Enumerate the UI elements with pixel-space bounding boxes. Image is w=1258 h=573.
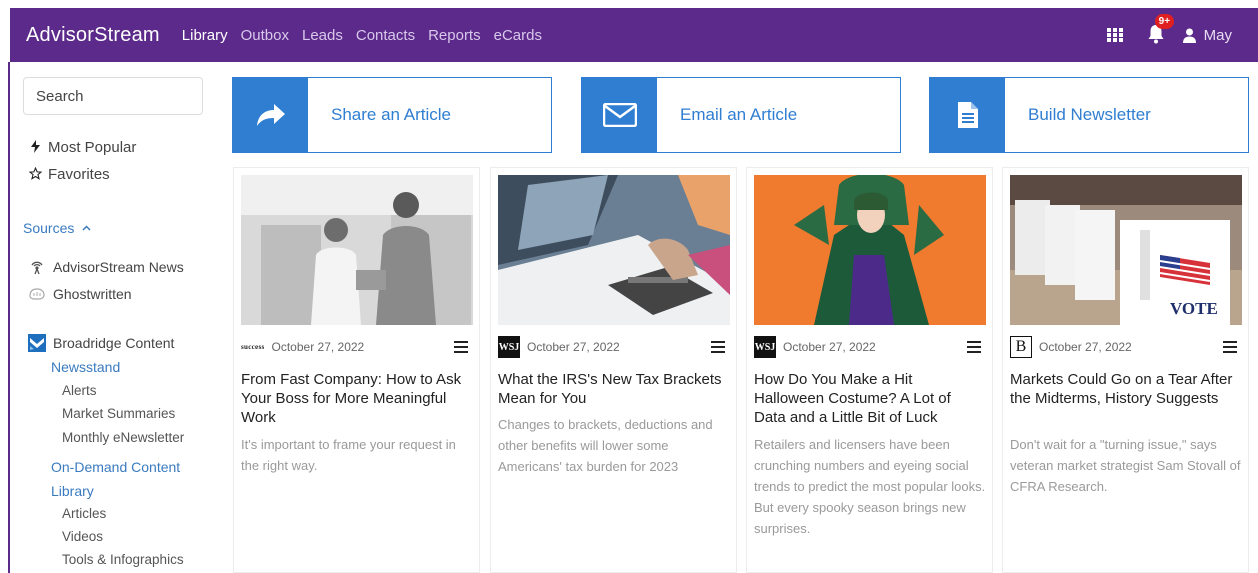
article-card[interactable]: WSJ October 27, 2022 What the IRS's New … [490,167,737,573]
library-videos[interactable]: Videos [62,529,103,544]
nav-reports[interactable]: Reports [428,27,481,44]
hamburger-menu-icon[interactable] [967,341,981,353]
article-meta: B October 27, 2022 [1010,336,1242,358]
document-icon-box [930,78,1005,152]
article-title[interactable]: Markets Could Go on a Tear After the Mid… [1010,370,1242,408]
newsstand-monthly-enewsletter[interactable]: Monthly eNewsletter [62,430,184,445]
article-image-voting-booths[interactable]: VOTE [1010,175,1242,325]
nav-library[interactable]: Library [182,27,228,44]
share-icon [256,104,285,126]
chevron-up-icon [82,222,91,234]
hamburger-menu-icon[interactable] [1223,341,1237,353]
most-popular-label: Most Popular [48,139,137,156]
user-name: May [1203,26,1232,44]
email-article-button[interactable]: Email an Article [581,77,901,153]
star-icon [28,166,42,183]
user-icon [1182,28,1196,43]
wsj-logo: WSJ [498,336,520,358]
article-meta: success October 27, 2022 [241,336,473,358]
search-input[interactable] [23,77,203,115]
user-menu[interactable]: May [1182,26,1232,44]
hamburger-menu-icon[interactable] [454,341,468,353]
article-title[interactable]: What the IRS's New Tax Brackets Mean for… [498,370,730,408]
source-logo-text: WSJ [754,341,776,353]
sidebar: Most Popular Favorites Sources AdvisorSt… [10,62,220,573]
favorites-label: Favorites [48,166,110,183]
ghost-hand-icon [27,287,47,301]
newsstand-market-summaries[interactable]: Market Summaries [62,406,175,421]
share-article-button[interactable]: Share an Article [232,77,552,153]
article-image-halloween[interactable] [754,175,986,325]
nav-leads[interactable]: Leads [302,27,343,44]
article-description: Don't wait for a "turning issue," says v… [1010,437,1241,494]
envelope-icon-box [582,78,657,152]
article-date: October 27, 2022 [271,340,365,354]
source-label: Ghostwritten [53,286,132,302]
broadcast-icon [27,259,47,275]
apps-grid-icon[interactable] [1106,28,1123,42]
source-logo-text: B [1015,338,1027,355]
newsstand-link[interactable]: Newsstand [51,359,120,375]
vote-sign-text: VOTE [1170,299,1218,318]
nav-contacts[interactable]: Contacts [356,27,415,44]
article-date: October 27, 2022 [527,340,620,354]
source-label: Broadridge Content [53,335,175,351]
build-newsletter-label: Build Newsletter [1028,105,1151,124]
article-description: Changes to brackets, deductions and othe… [498,417,713,474]
library-link[interactable]: Library [51,483,94,499]
library-articles[interactable]: Articles [62,506,106,521]
nav-ecards[interactable]: eCards [494,27,542,44]
most-popular-link[interactable]: Most Popular [28,139,136,156]
article-title[interactable]: How Do You Make a Hit Halloween Costume?… [754,370,986,427]
broadridge-logo-icon [27,334,47,352]
article-title[interactable]: From Fast Company: How to Ask Your Boss … [241,370,473,427]
hamburger-menu-icon[interactable] [711,341,725,353]
brand-logo[interactable]: AdvisorStream [26,24,160,47]
lightning-icon [28,139,42,156]
envelope-icon [602,103,637,127]
document-icon [957,102,978,128]
top-nav-bar: AdvisorStream Library Outbox Leads Conta… [10,8,1258,62]
sources-label: Sources [23,220,75,236]
article-image-office[interactable] [241,175,473,325]
email-article-label: Email an Article [680,105,798,124]
notifications-bell-icon[interactable]: 9+ [1147,14,1175,46]
on-demand-content-link[interactable]: On-Demand Content [51,459,180,475]
article-meta: WSJ October 27, 2022 [498,336,730,358]
source-broadridge-content[interactable]: Broadridge Content [27,334,174,352]
source-logo-text: success [241,343,265,351]
article-card[interactable]: success October 27, 2022 From Fast Compa… [233,167,480,573]
article-card[interactable]: VOTE B October 27, 2022 Markets Could Go… [1002,167,1249,573]
wsj-logo: WSJ [754,336,776,358]
build-newsletter-button[interactable]: Build Newsletter [929,77,1249,153]
favorites-link[interactable]: Favorites [28,166,110,183]
newsstand-alerts[interactable]: Alerts [62,383,97,398]
barrons-logo: B [1010,336,1032,358]
article-meta: WSJ October 27, 2022 [754,336,986,358]
nav-right-controls: 9+ May [1106,8,1232,62]
article-date: October 27, 2022 [1039,340,1132,354]
notification-badge: 9+ [1154,14,1175,29]
article-card[interactable]: WSJ October 27, 2022 How Do You Make a H… [746,167,993,573]
share-article-label: Share an Article [331,105,452,124]
article-description: It's important to frame your request in … [241,437,456,473]
sources-toggle[interactable]: Sources [23,220,91,236]
article-date: October 27, 2022 [783,340,876,354]
share-icon-box [233,78,308,152]
article-description: Retailers and licensers have been crunch… [754,437,986,536]
source-label: AdvisorStream News [53,259,184,275]
source-ghostwritten[interactable]: Ghostwritten [27,286,132,302]
success-logo: success [241,337,265,357]
source-logo-text: WSJ [498,341,520,353]
source-advisorstream-news[interactable]: AdvisorStream News [27,259,184,275]
article-image-calculator[interactable] [498,175,730,325]
nav-outbox[interactable]: Outbox [241,27,289,44]
library-tools-infographics[interactable]: Tools & Infographics [62,552,184,567]
